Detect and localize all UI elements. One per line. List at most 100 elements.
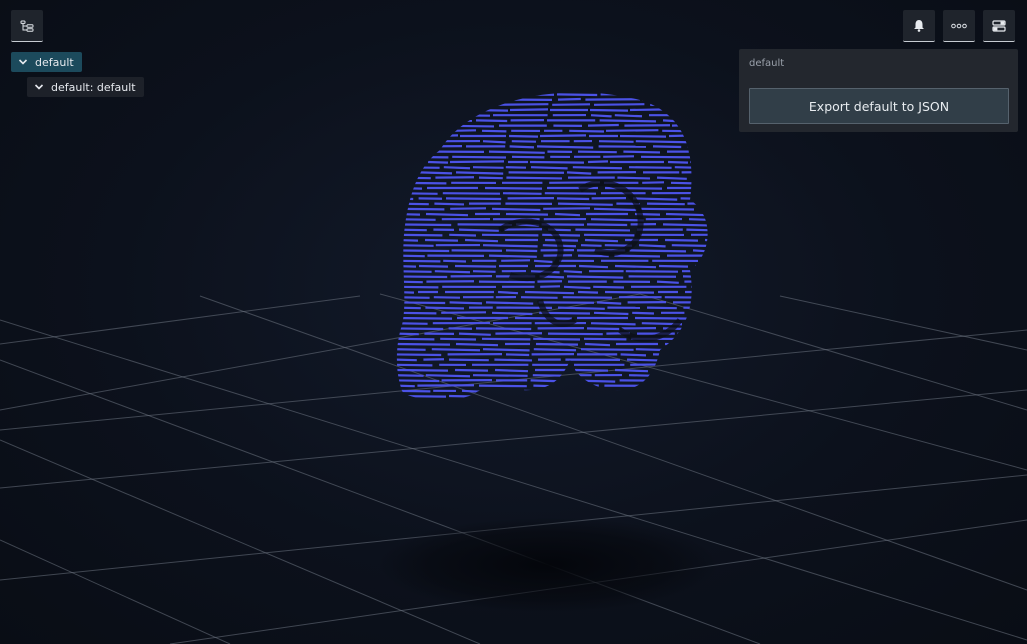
scan-line xyxy=(557,202,613,206)
scan-line xyxy=(448,358,489,362)
notifications-button[interactable] xyxy=(903,10,935,42)
scan-line xyxy=(396,93,422,97)
scan-line xyxy=(566,275,624,279)
scan-line xyxy=(434,202,465,206)
scan-line xyxy=(683,306,708,310)
scan-line xyxy=(440,337,477,341)
scan-line xyxy=(396,249,450,253)
scan-line xyxy=(692,389,708,394)
skull-point-cloud[interactable] xyxy=(395,83,768,402)
scan-line xyxy=(478,176,503,180)
scan-line xyxy=(482,244,538,248)
scan-line xyxy=(396,238,419,242)
scan-line xyxy=(478,280,535,284)
scan-line xyxy=(608,394,639,399)
scan-line xyxy=(641,97,693,101)
scan-line xyxy=(481,337,531,341)
tree-node-child[interactable]: default: default xyxy=(27,77,144,97)
scan-line xyxy=(563,285,591,290)
scan-line xyxy=(425,306,465,310)
scan-line xyxy=(396,171,416,175)
scan-line xyxy=(521,401,550,402)
scan-line xyxy=(396,348,426,351)
scan-line xyxy=(481,129,507,133)
scan-line xyxy=(428,134,459,138)
scan-line xyxy=(443,166,471,170)
scan-line xyxy=(547,332,603,336)
scan-line xyxy=(508,134,539,138)
scan-line xyxy=(554,212,581,217)
scan-line xyxy=(628,166,672,169)
more-options-button[interactable] xyxy=(943,10,975,42)
scan-line xyxy=(644,394,687,399)
scan-line xyxy=(396,379,440,383)
scan-line xyxy=(482,140,506,144)
scan-line xyxy=(396,316,453,320)
scan-line xyxy=(652,353,706,357)
scan-line xyxy=(569,129,605,133)
scan-line xyxy=(533,384,563,388)
scan-line xyxy=(475,119,508,123)
scan-line xyxy=(638,244,666,248)
scan-line xyxy=(599,119,657,123)
scan-line xyxy=(395,84,430,85)
scan-line xyxy=(694,264,708,268)
scan-line xyxy=(396,311,437,315)
scan-line xyxy=(689,93,708,97)
scan-line xyxy=(503,89,550,90)
scan-line xyxy=(593,207,637,212)
scan-line xyxy=(677,332,708,336)
scan-line xyxy=(584,342,611,347)
scan-line xyxy=(396,358,417,362)
scan-line xyxy=(590,218,644,222)
scan-line xyxy=(449,233,477,237)
scan-line xyxy=(494,368,529,373)
scan-line xyxy=(691,140,708,143)
scan-line xyxy=(461,389,487,394)
scan-line xyxy=(396,155,449,159)
tree-node-root[interactable]: default xyxy=(11,52,82,72)
scan-line xyxy=(688,322,708,325)
scan-line xyxy=(699,89,718,90)
scan-line xyxy=(396,140,442,143)
scan-line xyxy=(452,155,507,159)
scan-line xyxy=(396,207,445,211)
scan-line xyxy=(646,306,677,310)
scan-line xyxy=(662,129,708,133)
scan-line xyxy=(396,363,433,367)
scan-line xyxy=(583,233,635,237)
scan-line xyxy=(629,108,669,112)
scan-line xyxy=(484,394,527,398)
scan-line xyxy=(396,306,421,310)
scan-line xyxy=(449,160,505,164)
scan-line xyxy=(664,238,699,242)
scan-line xyxy=(488,150,545,154)
panel-toggle-button[interactable] xyxy=(983,10,1015,42)
export-json-button[interactable]: Export default to JSON xyxy=(749,88,1009,124)
scan-line xyxy=(396,254,425,258)
scan-line xyxy=(524,290,575,295)
scan-line xyxy=(589,108,629,112)
scan-line xyxy=(580,244,602,247)
scan-line xyxy=(593,311,629,316)
scan-line xyxy=(574,368,609,372)
scan-line xyxy=(396,124,435,128)
scan-line xyxy=(491,389,521,393)
scan-line xyxy=(596,301,622,305)
scan-line xyxy=(667,160,689,164)
scan-line xyxy=(485,93,510,97)
scan-line xyxy=(619,134,667,138)
scan-line xyxy=(437,124,495,128)
tree-toggle-button[interactable] xyxy=(11,10,43,42)
scan-line xyxy=(396,228,427,232)
scan-line xyxy=(670,181,695,185)
scan-line xyxy=(634,316,693,320)
scan-line xyxy=(396,192,438,195)
scan-line xyxy=(396,337,435,341)
scan-line xyxy=(711,328,768,329)
scan-line xyxy=(418,264,449,268)
scan-line xyxy=(396,218,436,221)
scan-line xyxy=(641,207,695,211)
scan-line xyxy=(658,264,689,268)
scan-line xyxy=(395,89,446,90)
